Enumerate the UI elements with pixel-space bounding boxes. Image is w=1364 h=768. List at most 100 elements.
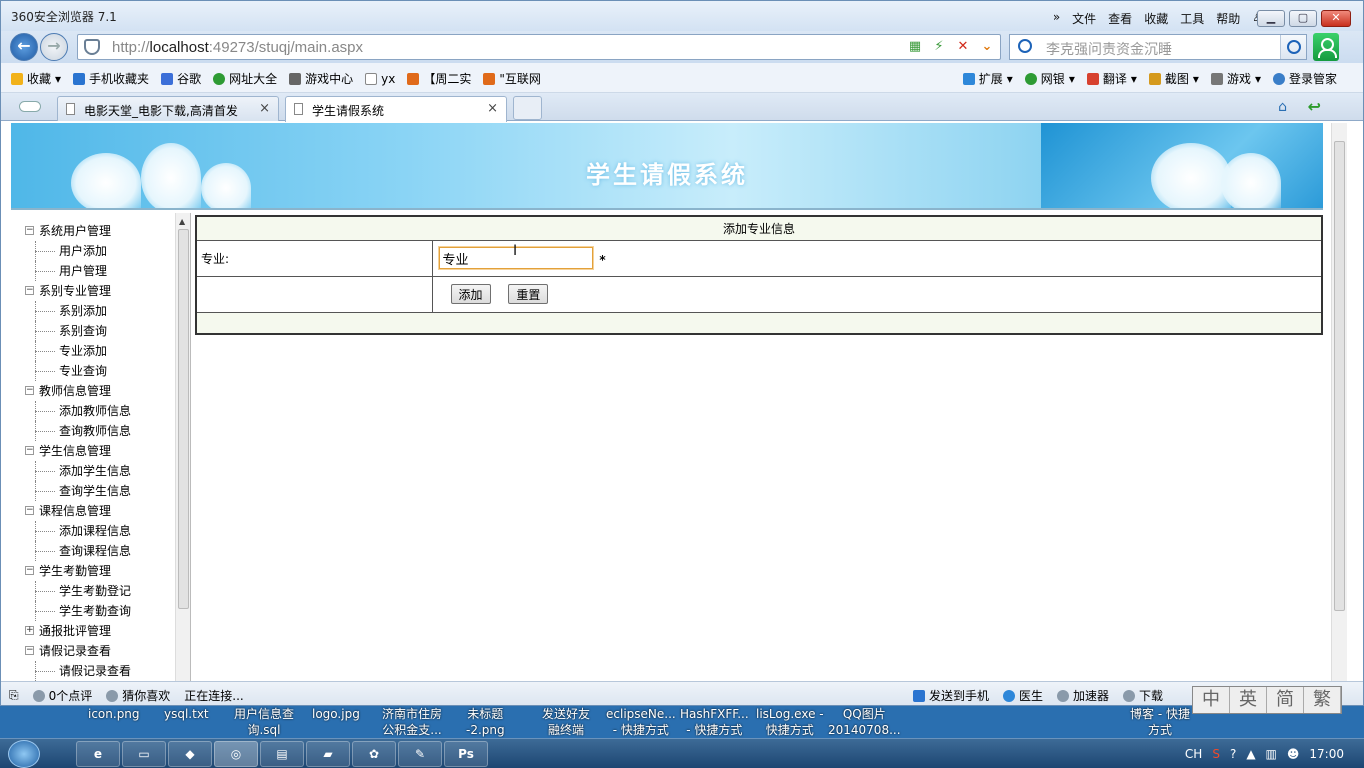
tool-bank[interactable]: 网银 ▾ (1024, 70, 1075, 87)
tree-item-link[interactable]: 专业添加 (25, 341, 131, 361)
send-to-phone[interactable]: 发送到手机 (912, 687, 989, 704)
menu-file[interactable]: 文件 (1072, 10, 1096, 27)
qrcode-icon[interactable]: ▦ (906, 38, 924, 56)
tree-item-link[interactable]: 请假记录查看 (25, 661, 131, 681)
doctor-tool[interactable]: 医生 (1002, 687, 1043, 704)
bookmark-games[interactable]: 游戏中心 (289, 70, 353, 87)
notepad-icon[interactable]: ▤ (260, 741, 304, 767)
desktop-icon-label[interactable]: QQ图片 20140708... (828, 706, 901, 738)
tool-screenshot[interactable]: 截图 ▾ (1148, 70, 1199, 87)
bookmark-yx[interactable]: yx (365, 70, 395, 87)
tool-login-manager[interactable]: 登录管家 (1272, 70, 1337, 87)
tree-group[interactable]: − 课程信息管理 (25, 501, 131, 521)
tree-item-link[interactable]: 专业查询 (25, 361, 131, 381)
menu-help[interactable]: 帮助 (1216, 10, 1240, 27)
desktop-icon-label[interactable]: lisLog.exe - 快捷方式 (756, 706, 824, 738)
ie-icon[interactable]: e (76, 741, 120, 767)
cloud-icon[interactable] (19, 101, 41, 112)
collapse-icon[interactable]: − (25, 226, 34, 235)
minimize-button[interactable]: ▁ (1257, 10, 1285, 27)
new-tab-button[interactable] (513, 96, 542, 120)
photoshop-icon[interactable]: Ps (444, 741, 488, 767)
tree-item-link[interactable]: 添加教师信息 (25, 401, 131, 421)
download-tool[interactable]: 下载 (1122, 687, 1163, 704)
expand-icon[interactable]: + (25, 626, 34, 635)
menu-view[interactable]: 查看 (1108, 10, 1132, 27)
search-button[interactable] (1280, 35, 1306, 59)
bookmark-weekly[interactable]: 【周二实 (407, 70, 471, 87)
page-icon[interactable]: ⎘ (9, 688, 19, 703)
start-button[interactable] (8, 740, 40, 768)
main-scrollbar[interactable] (1331, 123, 1347, 681)
tab-close-icon[interactable]: × (487, 101, 498, 116)
back-button[interactable]: ← (10, 33, 38, 61)
paint-icon[interactable]: ✿ (352, 741, 396, 767)
recommend-status[interactable]: 猜你喜欢 (106, 687, 170, 704)
tool-translate[interactable]: 翻译 ▾ (1086, 70, 1137, 87)
tree-item-link[interactable]: 学生考勤查询 (25, 601, 131, 621)
clock[interactable]: 17:00 (1309, 747, 1344, 761)
tree-item-link[interactable]: 查询学生信息 (25, 481, 131, 501)
tool-games[interactable]: 游戏 ▾ (1210, 70, 1261, 87)
collapse-icon[interactable]: − (25, 286, 34, 295)
help-icon[interactable]: ? (1230, 747, 1236, 761)
desktop-icon-label[interactable]: HashFXFF... - 快捷方式 (680, 706, 749, 738)
user-icon[interactable] (1313, 33, 1339, 61)
collapse-icon[interactable]: − (25, 446, 34, 455)
stop-icon[interactable]: ✕ (954, 38, 972, 56)
desktop-icon-label[interactable]: 博客 - 快捷 方式 (1130, 706, 1190, 738)
scroll-thumb[interactable] (1334, 141, 1345, 611)
maximize-button[interactable]: ▢ (1289, 10, 1317, 27)
forward-button[interactable]: → (40, 33, 68, 61)
tree-item-link[interactable]: 系别添加 (25, 301, 131, 321)
bookmark-google[interactable]: 谷歌 (161, 70, 201, 87)
desktop-icon-label[interactable]: 发送好友 融终端 (542, 706, 590, 738)
tree-item-link[interactable]: 查询教师信息 (25, 421, 131, 441)
menu-tools[interactable]: 工具 (1180, 10, 1204, 27)
home-icon[interactable]: ⌂ (1278, 99, 1287, 115)
tool-icon[interactable]: ✎ (398, 741, 442, 767)
shield-icon[interactable] (84, 39, 100, 55)
menu-favorites[interactable]: 收藏 (1144, 10, 1168, 27)
tree-group[interactable]: − 学生信息管理 (25, 441, 131, 461)
book-icon[interactable]: ▰ (306, 741, 350, 767)
side-scrollbar[interactable]: ▲ (175, 213, 190, 681)
tree-group[interactable]: − 教师信息管理 (25, 381, 131, 401)
desktop-icon-label[interactable]: 济南市住房 公积金支... (382, 706, 442, 738)
search-box[interactable]: 李克强问责资金沉睡 (1009, 34, 1307, 60)
tree-item-link[interactable]: 添加课程信息 (25, 521, 131, 541)
add-button[interactable]: 添加 (450, 284, 491, 304)
lightning-icon[interactable]: ⚡ (930, 38, 948, 56)
tab-close-icon[interactable]: × (259, 101, 270, 116)
tree-group[interactable]: − 请假记录查看 (25, 641, 131, 661)
search-input[interactable]: 李克强问责资金沉睡 (1046, 39, 1172, 59)
comments-status[interactable]: 0个点评 (32, 687, 92, 704)
bookmark-favorites[interactable]: 收藏 ▾ (11, 70, 61, 87)
menu-more-icon[interactable]: » (1053, 10, 1060, 27)
tab-leave-system[interactable]: 学生请假系统 × (285, 96, 507, 122)
tree-group[interactable]: − 系别专业管理 (25, 281, 131, 301)
collapse-icon[interactable]: − (25, 646, 34, 655)
tree-item-link[interactable]: 学生考勤登记 (25, 581, 131, 601)
search-engine-icon[interactable] (1018, 39, 1032, 53)
tree-group[interactable]: − 系统用户管理 (25, 221, 131, 241)
collapse-icon[interactable]: − (25, 506, 34, 515)
explorer-icon[interactable]: ▭ (122, 741, 166, 767)
reset-button[interactable]: 重置 (508, 284, 549, 304)
tree-item-link[interactable]: 用户管理 (25, 261, 131, 281)
desktop-icon-label[interactable]: 用户信息查 询.sql (234, 706, 294, 738)
tree-group[interactable]: + 通报批评管理 (25, 621, 131, 641)
app-icon[interactable]: ◆ (168, 741, 212, 767)
desktop-icon-label[interactable]: logo.jpg (312, 706, 360, 722)
desktop-icon-label[interactable]: eclipseNe... - 快捷方式 (606, 706, 676, 738)
bookmark-mobile[interactable]: 手机收藏夹 (73, 70, 149, 87)
tab-movie[interactable]: 电影天堂_电影下载,高清首发 × (57, 96, 279, 121)
bookmark-internet[interactable]: "互联网 (483, 70, 541, 87)
tool-extensions[interactable]: 扩展 ▾ (962, 70, 1013, 87)
desktop-icon-label[interactable]: icon.png (88, 706, 140, 722)
tree-item-link[interactable]: 用户添加 (25, 241, 131, 261)
address-bar[interactable]: http://localhost:49273/stuqj/main.aspx ▦… (77, 34, 1001, 60)
dropdown-icon[interactable]: ⌄ (978, 38, 996, 56)
desktop-icon-label[interactable]: 未标题 -2.png (466, 706, 505, 738)
bookmark-sites[interactable]: 网址大全 (213, 70, 277, 87)
